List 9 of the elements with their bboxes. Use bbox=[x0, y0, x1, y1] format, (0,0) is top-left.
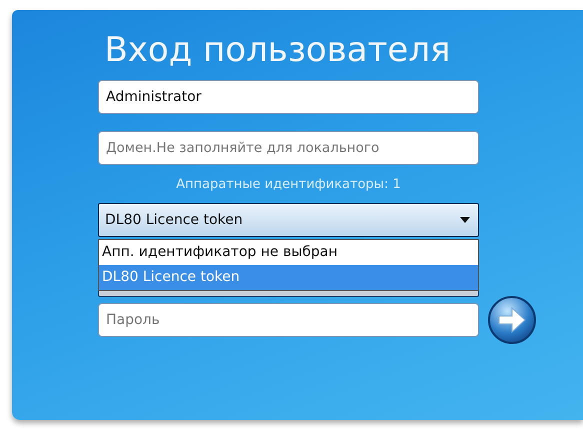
login-title: Вход пользователя bbox=[103, 29, 452, 72]
password-field[interactable]: Пароль bbox=[98, 303, 479, 337]
hardware-ids-label: Аппаратные идентификаторы: 1 bbox=[175, 177, 402, 194]
arrow-button-icon[interactable] bbox=[487, 295, 537, 345]
token-dropdown[interactable]: DL80 Licence token bbox=[98, 203, 479, 237]
dropdown-option[interactable]: Апп. идентификатор не выбран bbox=[99, 240, 478, 265]
username-field[interactable]: Administrator bbox=[98, 80, 479, 114]
domain-field[interactable]: Домен.Не заполняйте для локального bbox=[98, 131, 479, 165]
caret-icon bbox=[460, 217, 470, 223]
